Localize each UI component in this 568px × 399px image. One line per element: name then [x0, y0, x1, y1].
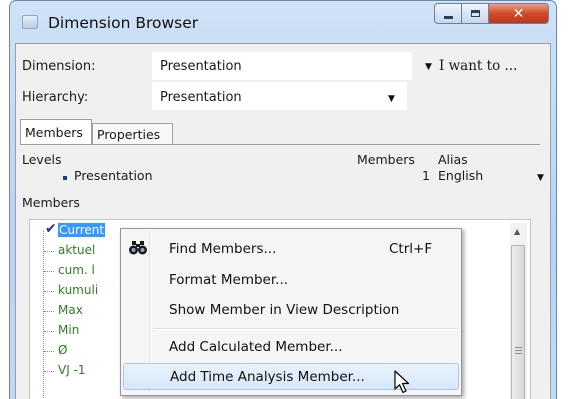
maximize-icon — [470, 10, 480, 17]
menu-item-label: Format Member... — [169, 272, 289, 288]
menu-item-label: Add Calculated Member... — [169, 339, 343, 355]
menu-item-show-in-view-description[interactable]: Show Member in View Description — [123, 297, 459, 323]
tree-branch — [44, 351, 54, 352]
tree-item-label: Current — [58, 223, 106, 237]
menu-separator — [153, 328, 457, 330]
i-want-to-arrow-icon: ▼ — [425, 62, 432, 72]
tree-item-label: VJ -1 — [58, 363, 86, 377]
i-want-to-menu[interactable]: I want to ... — [439, 58, 517, 74]
close-button[interactable]: ✕ — [489, 3, 549, 24]
binoculars-icon — [129, 241, 147, 255]
tree-branch — [44, 291, 54, 292]
level-name: Presentation — [74, 168, 153, 183]
tree-branch — [44, 251, 54, 252]
dimension-label: Dimension: — [22, 59, 96, 74]
tree-item-label: Min — [58, 323, 80, 337]
level-member-count: 1 — [422, 168, 430, 183]
close-icon: ✕ — [512, 5, 525, 22]
tree-branch — [44, 271, 54, 272]
level-alias: English — [438, 168, 484, 183]
members-header: Members — [22, 195, 80, 210]
tree-item-label: Ø — [58, 343, 68, 357]
caption-buttons: ✕ — [434, 3, 552, 25]
tree-item-label: aktuel — [58, 243, 96, 257]
levels-header: Levels — [22, 152, 62, 167]
levels-members-header: Members — [357, 152, 415, 167]
maximize-button[interactable] — [462, 3, 489, 24]
levels-alias-header: Alias — [438, 152, 468, 167]
menu-item-shortcut: Ctrl+F — [389, 241, 433, 257]
scroll-up-icon[interactable]: ▲ — [514, 227, 520, 236]
menu-item-label: Find Members... — [169, 241, 277, 257]
dimension-value: Presentation — [160, 59, 242, 74]
menu-item-add-calculated-member[interactable]: Add Calculated Member... — [123, 334, 459, 360]
menu-item-label: Show Member in View Description — [169, 302, 400, 318]
vertical-scrollbar[interactable]: ▲ — [510, 223, 527, 399]
minimize-button[interactable] — [434, 3, 462, 24]
checkmark-icon: ✔ — [45, 221, 57, 237]
menu-item-find-members[interactable]: Find Members... Ctrl+F — [123, 236, 459, 262]
tree-branch — [44, 311, 54, 312]
window-title: Dimension Browser — [48, 14, 199, 32]
hierarchy-value: Presentation — [160, 90, 242, 105]
tree-item-label: kumuli — [58, 283, 99, 297]
menu-item-format-member[interactable]: Format Member... — [123, 267, 459, 293]
tree-branch — [44, 371, 54, 372]
scroll-thumb[interactable] — [511, 245, 525, 399]
tree-item-label: cum. l — [58, 263, 95, 277]
menu-item-label: Add Time Analysis Member... — [170, 369, 365, 385]
tab-properties[interactable]: Properties — [92, 123, 173, 145]
tab-divider — [20, 144, 540, 145]
tree-branch — [44, 331, 54, 332]
alias-dropdown-icon[interactable]: ▼ — [537, 173, 544, 183]
mouse-pointer-icon — [394, 370, 410, 394]
tree-item-label: Max — [58, 303, 83, 317]
bullet-icon — [63, 176, 67, 180]
app-icon — [22, 15, 38, 29]
hierarchy-label: Hierarchy: — [22, 90, 89, 105]
tab-members[interactable]: Members — [20, 119, 92, 145]
grip-icon — [515, 347, 522, 356]
chevron-down-icon: ▼ — [388, 94, 395, 104]
minimize-icon — [443, 15, 453, 19]
